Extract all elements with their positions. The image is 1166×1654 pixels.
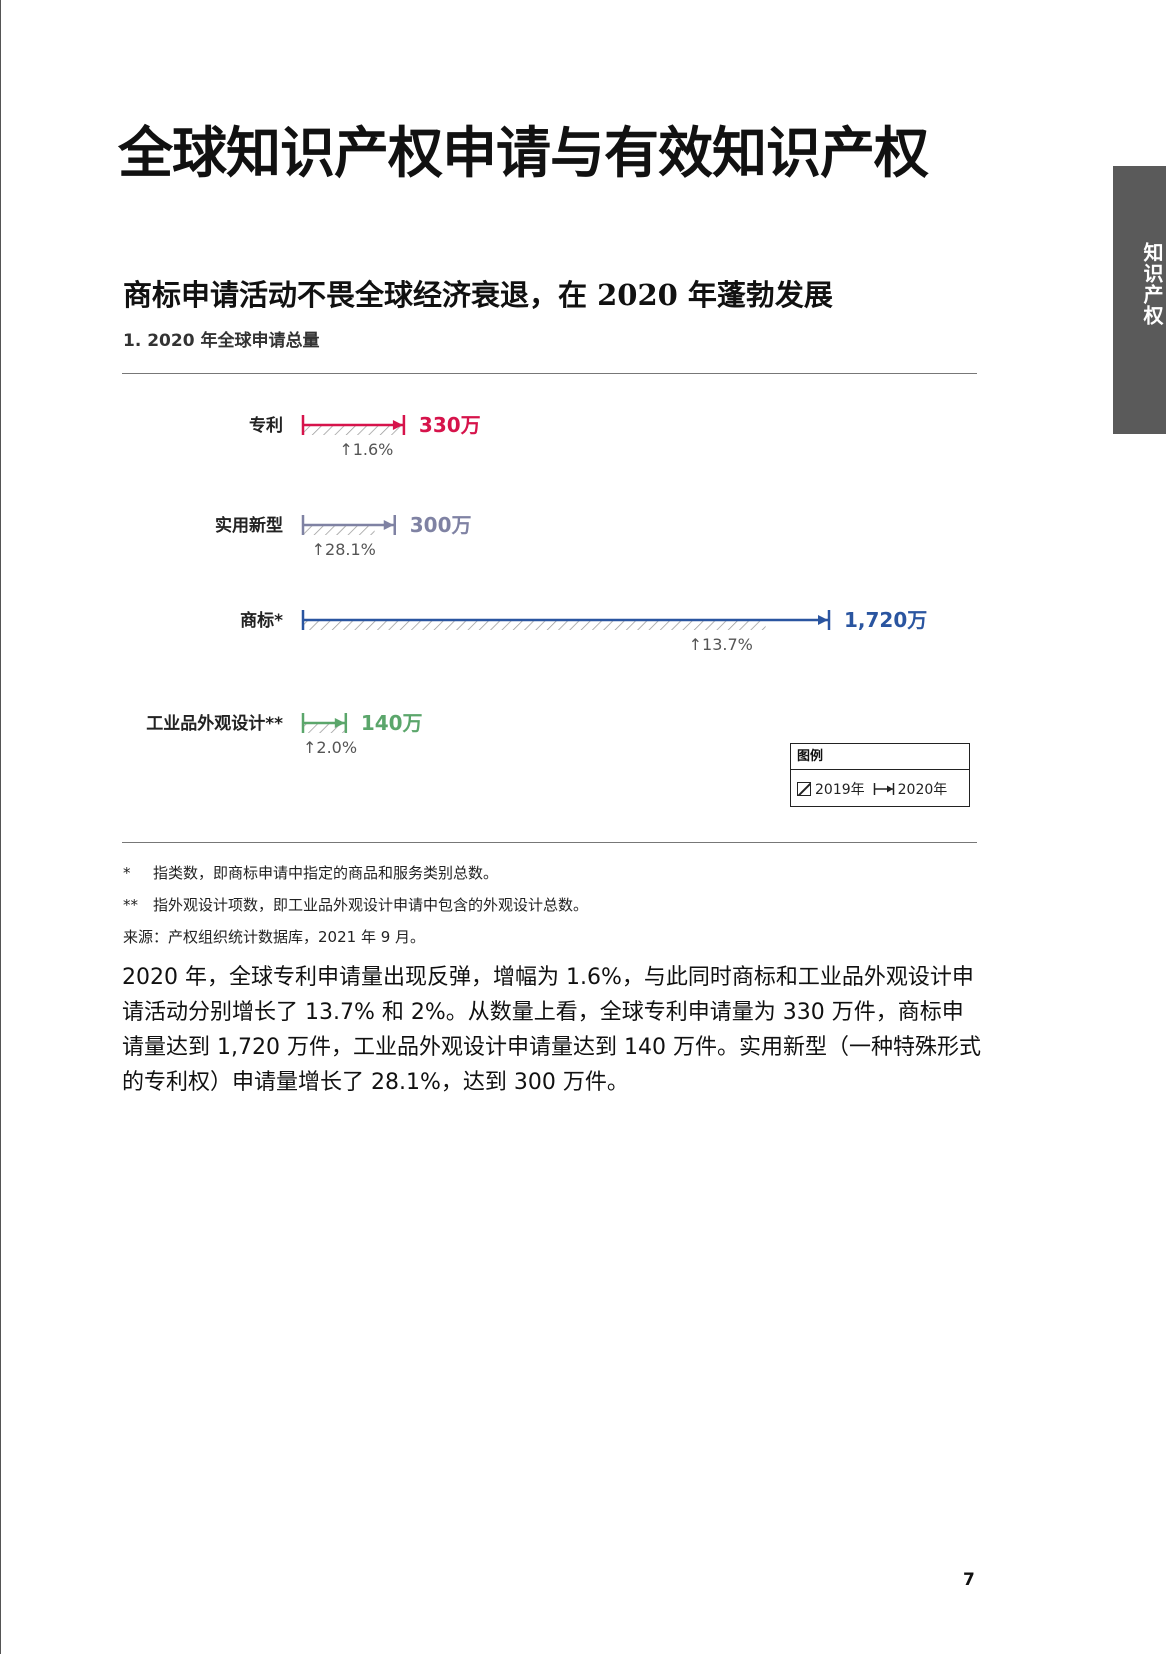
bar-arrowhead xyxy=(383,520,394,530)
bar-value-label: 330万 xyxy=(419,413,481,437)
bar-value-label: 140万 xyxy=(361,711,423,735)
legend-title: 图例 xyxy=(791,744,969,770)
growth-label: ↑1.6% xyxy=(339,440,393,459)
row-label: 实用新型 xyxy=(215,515,283,536)
row-label: 工业品外观设计** xyxy=(146,713,283,734)
footnote-1-text: 指类数，即商标申请中指定的商品和服务类别总数。 xyxy=(153,864,499,882)
applications-chart: 专利 330万 ↑1.6% 实用新型 300万 ↑28.1% 商标* 1,720万 ↑13.7%… xyxy=(146,413,927,757)
growth-label: ↑28.1% xyxy=(312,540,376,559)
bar-value-label: 1,720万 xyxy=(844,608,927,632)
footnote-2-mark: ** xyxy=(123,896,138,914)
growth-label: ↑2.0% xyxy=(303,738,357,757)
legend-items: 2019年 2020年 xyxy=(791,770,969,808)
row-label: 专利 xyxy=(249,415,283,436)
body-paragraph: 2020 年，全球专利申请量出现反弹，增幅为 1.6%，与此同时商标和工业品外观… xyxy=(122,965,981,1095)
footnote-2-text: 指外观设计项数，即工业品外观设计申请中包含的外观设计总数。 xyxy=(153,896,589,914)
hatched-swatch-icon xyxy=(797,782,811,796)
chart-bottom-rule xyxy=(122,842,977,843)
growth-label: ↑13.7% xyxy=(689,635,753,654)
bar-value-label: 300万 xyxy=(410,513,472,537)
row-label: 商标* xyxy=(240,610,283,631)
source-note: 来源：产权组织统计数据库，2021 年 9 月。 xyxy=(123,928,426,946)
page-number: 7 xyxy=(963,1570,975,1590)
bar-2019-hatch xyxy=(303,426,403,435)
footnote-1: * 指类数，即商标申请中指定的商品和服务类别总数。 xyxy=(123,862,498,883)
legend-2020-label: 2020年 xyxy=(897,782,948,798)
bar-arrowhead xyxy=(818,615,828,625)
bracket-bar-icon xyxy=(873,783,894,795)
legend-2019-label: 2019年 xyxy=(815,782,865,798)
bar-2019-hatch xyxy=(303,526,375,535)
footnote-1-mark: * xyxy=(123,864,131,882)
bar-2019-hatch xyxy=(303,621,766,630)
footnote-2: ** 指外观设计项数，即工业品外观设计申请中包含的外观设计总数。 xyxy=(123,894,588,915)
chart-legend: 图例 2019年 2020年 xyxy=(790,743,970,807)
